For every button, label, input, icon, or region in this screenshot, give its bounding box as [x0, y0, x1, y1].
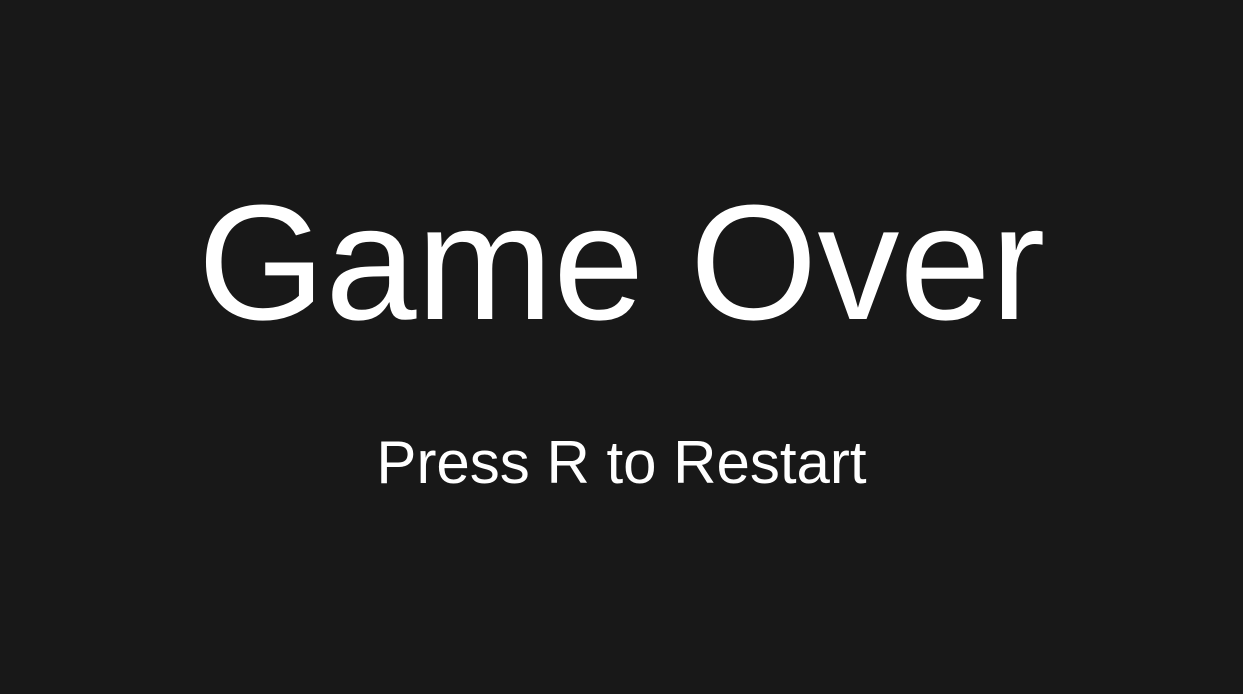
- restart-instruction: Press R to Restart: [376, 429, 867, 496]
- game-over-title: Game Over: [197, 171, 1046, 354]
